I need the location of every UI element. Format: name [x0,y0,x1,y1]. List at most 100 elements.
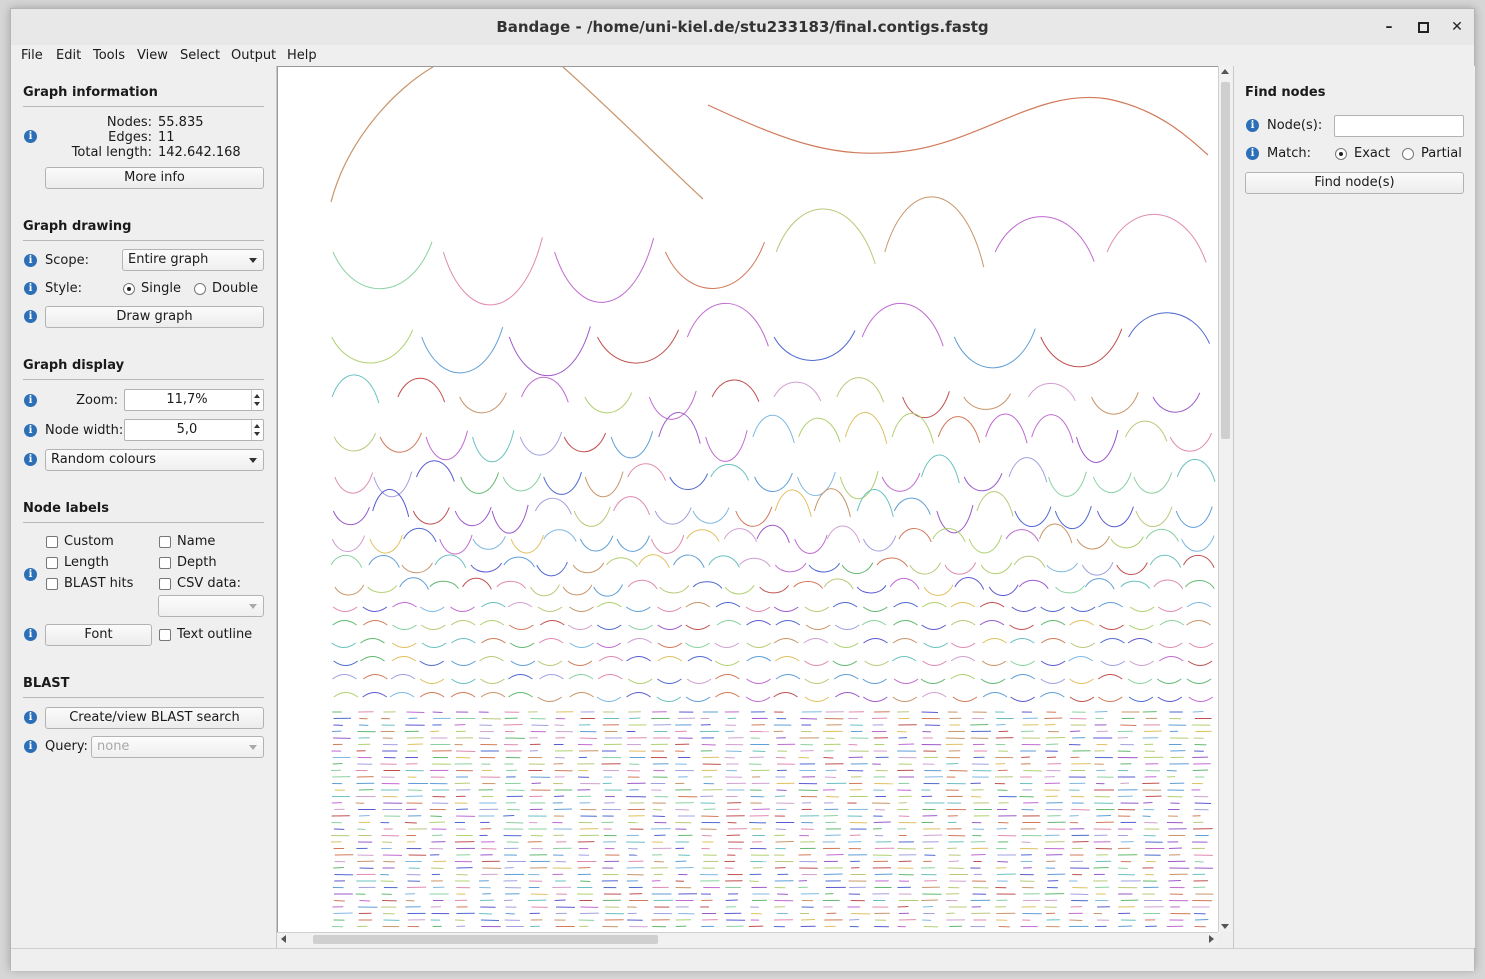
colour-scheme-select[interactable]: Random colours [45,449,264,471]
graph-node-path[interactable] [963,473,1003,492]
graph-node-path[interactable] [442,237,543,306]
graph-node-path[interactable] [368,555,400,568]
maximize-button[interactable] [1413,17,1433,37]
graph-node-path[interactable] [833,674,859,680]
graph-node-path[interactable] [844,412,888,444]
menu-output[interactable]: Output [231,48,276,63]
graph-node-path[interactable] [685,642,710,648]
graph-node-path[interactable] [363,674,388,680]
graph-node-path[interactable] [881,472,921,492]
graph-node-path[interactable] [1194,802,1212,804]
graph-node-path[interactable] [1143,802,1153,804]
graph-node-path[interactable] [420,606,445,612]
graph-node-path[interactable] [563,432,607,453]
scope-select[interactable]: Entire graph [122,249,264,271]
graph-node-path[interactable] [1125,420,1168,442]
graph-node-path[interactable] [331,642,356,648]
graph-node-path[interactable] [597,674,623,680]
info-icon[interactable]: i [24,568,37,581]
graph-node-path[interactable] [898,528,932,543]
graph-node-path[interactable] [824,834,841,836]
graph-node-path[interactable] [1100,660,1126,666]
graph-node-path[interactable] [626,692,651,698]
graph-node-path[interactable] [1181,535,1215,552]
graph-node-path[interactable] [480,692,506,698]
graph-node-path[interactable] [714,660,740,666]
graph-node-path[interactable] [1118,925,1133,927]
graph-node-path[interactable] [968,535,1003,554]
graph-node-path[interactable] [950,642,976,648]
style-single-label[interactable]: Single [141,281,181,296]
depth-label[interactable]: Depth [177,555,217,570]
graph-node-path[interactable] [479,620,505,626]
graph-node-path[interactable] [804,606,830,612]
graph-node-path[interactable] [1031,414,1074,444]
graph-node-path[interactable] [724,584,755,595]
graph-node-path[interactable] [479,913,493,915]
graph-node-path[interactable] [332,241,433,290]
graph-node-path[interactable] [725,750,742,752]
graph-node-path[interactable] [669,473,709,490]
graph-node-path[interactable] [921,454,960,484]
graph-node-path[interactable] [412,507,450,525]
match-exact-radio[interactable] [1335,148,1347,160]
scroll-up-icon[interactable] [1221,69,1229,74]
graph-node-path[interactable] [507,602,533,608]
graph-node-path[interactable] [584,392,633,414]
graph-node-path[interactable] [970,796,982,798]
graph-node-path[interactable] [921,899,939,901]
graph-node-path[interactable] [686,678,712,684]
custom-label[interactable]: Custom [64,534,114,549]
graph-node-path[interactable] [333,433,377,452]
name-label[interactable]: Name [177,534,215,549]
graph-node-path[interactable] [892,696,918,702]
graph-node-path[interactable] [898,743,915,745]
graph-node-path[interactable] [1005,529,1039,542]
graph-node-path[interactable] [1010,660,1035,666]
graph-node-path[interactable] [1040,328,1123,368]
menu-view[interactable]: View [137,48,168,63]
graph-node-path[interactable] [406,711,425,713]
graph-node-path[interactable] [826,796,840,798]
graph-node-path[interactable] [759,585,789,594]
graph-node-path[interactable] [808,562,841,573]
graph-node-path[interactable] [862,678,887,684]
graph-node-path[interactable] [1156,678,1182,684]
graph-node-path[interactable] [1176,458,1216,482]
graph-node-path[interactable] [491,504,529,534]
graph-node-path[interactable] [1143,730,1162,732]
csv-data-label[interactable]: CSV data: [177,576,241,591]
graph-node-path[interactable] [800,718,818,720]
graph-node-path[interactable] [332,507,370,526]
graph-node-path[interactable] [455,750,476,752]
graph-canvas[interactable] [277,66,1219,933]
graph-node-path[interactable] [419,692,445,698]
graph-node-path[interactable] [1093,867,1109,869]
graph-node-path[interactable] [657,656,683,662]
graph-node-path[interactable] [833,642,859,648]
graph-node-path[interactable] [1159,620,1185,626]
graph-node-path[interactable] [331,329,414,364]
graph-node-path[interactable] [454,506,492,527]
graph-node-path[interactable] [1091,392,1139,415]
graph-node-path[interactable] [749,880,759,882]
graph-node-path[interactable] [610,431,654,459]
graph-node-path[interactable] [537,696,562,702]
graph-node-path[interactable] [793,580,824,589]
graph-node-path[interactable] [1097,674,1123,680]
graph-node-path[interactable] [399,577,429,590]
graph-node-path[interactable] [773,638,799,644]
blast-hits-label[interactable]: BLAST hits [64,576,133,591]
graph-node-path[interactable] [982,692,1008,698]
info-icon[interactable]: i [24,711,37,724]
graph-node-path[interactable] [429,821,445,823]
graph-node-path[interactable] [1040,606,1065,612]
graph-node-path[interactable] [1046,562,1078,573]
graph-node-path[interactable] [921,711,939,713]
graph-node-path[interactable] [390,674,416,680]
graph-node-path[interactable] [863,696,888,702]
graph-node-path[interactable] [510,534,544,554]
menu-tools[interactable]: Tools [93,48,125,63]
graph-node-path[interactable] [472,430,515,463]
graph-node-path[interactable] [953,328,1036,369]
